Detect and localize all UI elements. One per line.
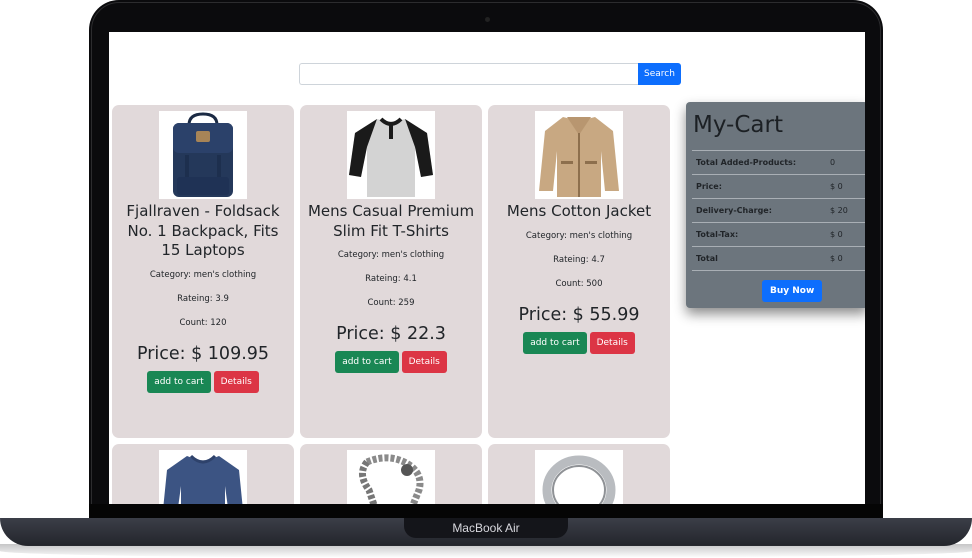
product-category: Category: men's clothing xyxy=(525,230,633,241)
device-brand-label: MacBook Air xyxy=(452,521,520,535)
product-category: Category: men's clothing xyxy=(149,269,257,280)
product-count: Count: 120 xyxy=(179,317,227,328)
details-button[interactable]: Details xyxy=(589,331,635,354)
product-rating: Rateing: 4.1 xyxy=(365,274,417,284)
product-title: Mens Casual Premium Slim Fit T-Shirts xyxy=(307,202,475,240)
add-to-cart-button[interactable]: add to cart xyxy=(147,370,211,393)
ring-icon xyxy=(535,450,623,504)
cart-row-label: Total Added-Products: xyxy=(696,158,797,167)
cart-panel: My-Cart Total Added-Products: 0 Price: $… xyxy=(686,102,865,308)
product-count: Count: 500 xyxy=(555,278,603,289)
product-card xyxy=(488,444,670,504)
cart-row-value: $ 0 xyxy=(830,182,843,191)
cart-row-label: Delivery-Charge: xyxy=(696,206,772,215)
cart-title: My-Cart xyxy=(693,112,783,138)
search-input[interactable] xyxy=(299,63,638,85)
tshirt-icon xyxy=(347,111,435,199)
laptop-shadow xyxy=(0,544,972,558)
bracelet-icon xyxy=(347,450,435,504)
cart-row-delivery: Delivery-Charge: $ 20 xyxy=(692,198,865,222)
product-rating: Rateing: 4.7 xyxy=(553,254,605,265)
backpack-icon xyxy=(159,111,247,199)
product-card: Mens Cotton Jacket Category: men's cloth… xyxy=(488,105,670,438)
cart-row-value: 0 xyxy=(830,158,836,167)
product-price: Price: $ 22.3 xyxy=(336,324,446,344)
cart-row-tax: Total-Tax: $ 0 xyxy=(692,222,865,246)
cart-row-label: Price: xyxy=(696,182,722,191)
product-title: Mens Cotton Jacket xyxy=(506,202,652,220)
cart-row-price: Price: $ 0 xyxy=(692,174,865,198)
cart-row-value: $ 20 xyxy=(830,206,848,215)
add-to-cart-button[interactable]: add to cart xyxy=(523,331,587,354)
search-button[interactable]: Search xyxy=(638,63,681,85)
details-button[interactable]: Details xyxy=(401,351,447,373)
cart-row-label: Total-Tax: xyxy=(696,230,739,239)
add-to-cart-button[interactable]: add to cart xyxy=(335,351,399,373)
product-title: Fjallraven - Foldsack No. 1 Backpack, Fi… xyxy=(126,202,280,259)
product-count: Count: 259 xyxy=(367,298,415,308)
details-button[interactable]: Details xyxy=(213,370,259,393)
product-category: Category: men's clothing xyxy=(337,250,445,260)
product-price: Price: $ 109.95 xyxy=(136,343,270,364)
product-rating: Rateing: 3.9 xyxy=(177,293,229,304)
product-card xyxy=(300,444,482,504)
jacket-icon xyxy=(535,111,623,199)
cart-row-value: $ 0 xyxy=(830,230,843,239)
buy-now-button[interactable]: Buy Now xyxy=(762,280,823,302)
search-bar: Search xyxy=(299,63,681,85)
cart-row-total: Total $ 0 xyxy=(692,246,865,271)
product-price: Price: $ 55.99 xyxy=(518,304,640,325)
sweater-icon xyxy=(159,450,247,504)
product-card: Fjallraven - Foldsack No. 1 Backpack, Fi… xyxy=(112,105,294,438)
cart-row-label: Total xyxy=(696,254,718,263)
camera-icon xyxy=(485,17,490,22)
cart-row-total-products: Total Added-Products: 0 xyxy=(692,150,865,174)
product-card: Mens Casual Premium Slim Fit T-Shirts Ca… xyxy=(300,105,482,438)
product-card xyxy=(112,444,294,504)
app-screen: Search Fjallraven - Foldsack No. 1 Backp… xyxy=(109,32,865,504)
cart-row-value: $ 0 xyxy=(830,254,843,263)
